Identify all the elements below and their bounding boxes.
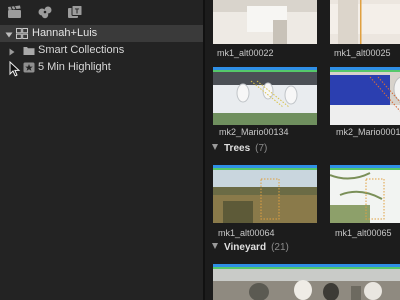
library-row[interactable]: Hannah+Luis [0,25,203,42]
section-count: (21) [271,242,289,253]
titles-icon[interactable]: T [67,5,83,19]
clip-name: mk2_Mario00134 [219,127,289,137]
clip-filmstrip[interactable] [213,264,400,300]
sidebar-item-5-min-highlight[interactable]: 5 Min Highlight [0,59,203,76]
library-name: Hannah+Luis [32,27,98,39]
library-icon [16,28,28,39]
clip-thumbnail[interactable] [213,67,317,125]
section-count: (7) [255,143,268,154]
clip-name: mk2_Mario00014 [336,127,400,137]
scissors-icon[interactable] [37,5,53,19]
clip-name: mk1_alt00065 [335,228,392,238]
clip-thumbnail[interactable] [213,165,317,223]
svg-text:T: T [75,9,80,16]
section-title: Trees [224,143,251,154]
clip-name: mk1_alt00022 [217,48,274,58]
star-event-icon [23,62,35,73]
sidebar-item-label: 5 Min Highlight [38,61,111,73]
section-header-vineyard[interactable]: Vineyard (21) [212,241,289,255]
clip-browser: mk1_alt00022 mk1_alt00025 mk2_Mario00134… [205,0,400,300]
disclosure-expanded-icon[interactable] [5,29,13,39]
clip-thumbnail[interactable] [330,67,400,125]
clip-name: mk1_alt00025 [334,48,391,58]
mouse-pointer-icon [9,60,21,77]
sidebar-item-smart-collections[interactable]: Smart Collections [0,42,203,59]
clip-name: mk1_alt00064 [218,228,275,238]
clapper-icon[interactable] [7,5,23,19]
clip-thumbnail[interactable] [213,0,317,44]
clip-thumbnail[interactable] [330,0,400,44]
disclosure-expanded-icon[interactable] [212,144,218,150]
folder-icon [23,45,35,56]
disclosure-expanded-icon[interactable] [212,243,218,249]
sidebar-toolbar: T [0,0,203,24]
disclosure-collapsed-icon[interactable] [8,46,16,56]
libraries-sidebar: T Hannah+Luis Smart Collections 5 Min Hi… [0,0,203,300]
clip-thumbnail[interactable] [330,165,400,223]
section-title: Vineyard [224,242,267,253]
sidebar-item-label: Smart Collections [38,44,125,56]
section-header-trees[interactable]: Trees (7) [212,142,267,156]
